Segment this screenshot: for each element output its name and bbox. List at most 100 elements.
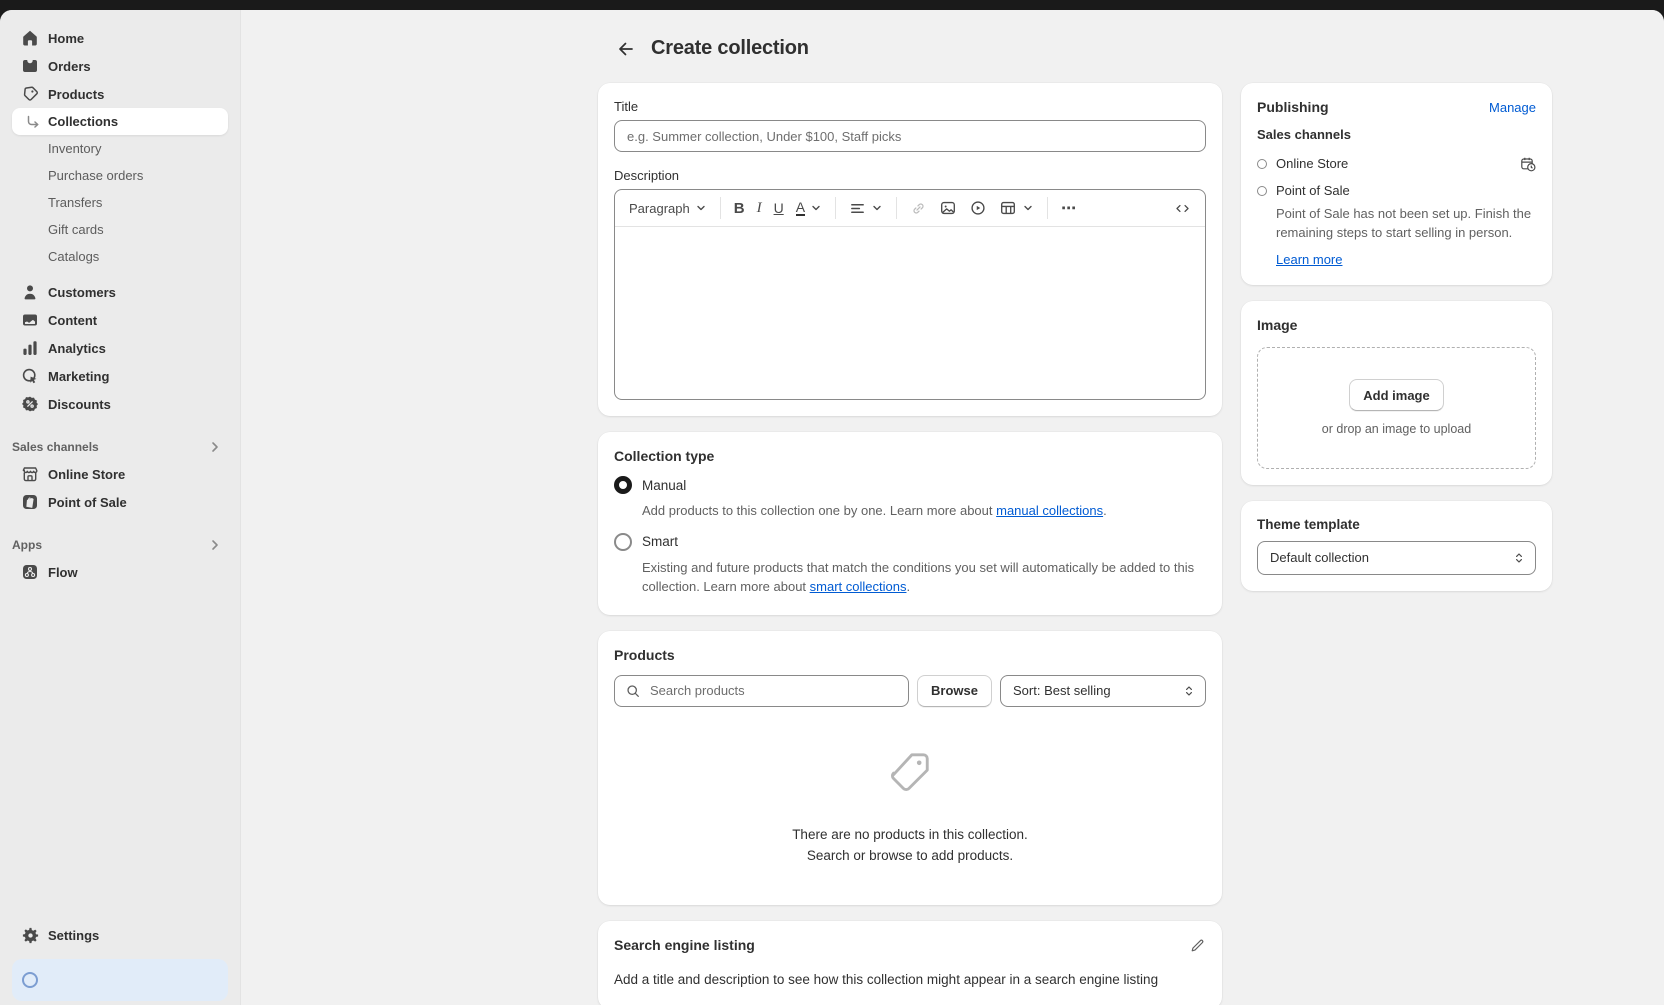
sidebar-item-content[interactable]: Content bbox=[12, 306, 228, 334]
sidebar-item-catalogs[interactable]: Catalogs bbox=[12, 243, 228, 270]
image-heading: Image bbox=[1257, 317, 1536, 333]
sidebar-item-label: Online Store bbox=[48, 467, 125, 482]
sidebar: Home Orders Products Collections Invento… bbox=[0, 10, 241, 1005]
link-icon bbox=[910, 200, 927, 217]
sidebar-item-label: Gift cards bbox=[48, 222, 104, 237]
paragraph-style-dropdown[interactable]: Paragraph bbox=[623, 199, 713, 218]
seo-heading: Search engine listing bbox=[614, 937, 755, 953]
chevron-right-icon bbox=[208, 538, 222, 552]
chevron-down-icon bbox=[810, 202, 822, 214]
italic-button[interactable]: I bbox=[751, 198, 768, 219]
sidebar-item-home[interactable]: Home bbox=[12, 24, 228, 52]
editor-toolbar: Paragraph B I U A bbox=[615, 190, 1205, 227]
sidebar-item-gift-cards[interactable]: Gift cards bbox=[12, 216, 228, 243]
sidebar-item-discounts[interactable]: Discounts bbox=[12, 390, 228, 418]
publishing-heading: Publishing bbox=[1257, 99, 1329, 115]
publishing-card: Publishing Manage Sales channels Online … bbox=[1241, 83, 1552, 285]
collection-type-heading: Collection type bbox=[614, 448, 1206, 464]
apps-section-header[interactable]: Apps bbox=[12, 532, 228, 558]
theme-template-select[interactable]: Default collection bbox=[1257, 541, 1536, 575]
chevron-down-icon bbox=[1022, 202, 1034, 214]
add-image-button[interactable]: Add image bbox=[1349, 379, 1443, 411]
app-frame: Home Orders Products Collections Invento… bbox=[0, 10, 1664, 1005]
edit-pencil-icon[interactable] bbox=[1189, 937, 1206, 954]
paragraph-label: Paragraph bbox=[629, 202, 690, 215]
product-search-box bbox=[614, 675, 909, 707]
theme-template-card: Theme template Default collection bbox=[1241, 501, 1552, 591]
insert-image-button[interactable] bbox=[933, 196, 963, 220]
product-search-input[interactable] bbox=[648, 682, 898, 699]
title-label: Title bbox=[614, 99, 1206, 114]
alignment-dropdown[interactable] bbox=[843, 197, 889, 220]
sidebar-item-point-of-sale[interactable]: Point of Sale bbox=[12, 488, 228, 516]
manage-link[interactable]: Manage bbox=[1489, 100, 1536, 115]
smart-desc-period: . bbox=[906, 579, 910, 594]
sidebar-item-flow[interactable]: Flow bbox=[12, 558, 228, 586]
sidebar-item-inventory[interactable]: Inventory bbox=[12, 135, 228, 162]
empty-line-1: There are no products in this collection… bbox=[614, 824, 1206, 846]
sidebar-item-label: Discounts bbox=[48, 397, 111, 412]
back-arrow-icon[interactable] bbox=[615, 38, 637, 60]
sidebar-item-analytics[interactable]: Analytics bbox=[12, 334, 228, 362]
smart-desc-text: Existing and future products that match … bbox=[642, 560, 1194, 595]
manual-description: Add products to this collection one by o… bbox=[642, 501, 1206, 521]
sort-select[interactable]: Sort: Best selling bbox=[1000, 675, 1206, 707]
pos-note: Point of Sale has not been set up. Finis… bbox=[1276, 205, 1536, 243]
sidebar-promo-pill[interactable] bbox=[12, 959, 228, 1001]
topbar bbox=[0, 0, 1664, 10]
sidebar-item-purchase-orders[interactable]: Purchase orders bbox=[12, 162, 228, 189]
insert-video-button[interactable] bbox=[963, 196, 993, 220]
chevron-down-icon bbox=[871, 202, 883, 214]
description-textarea[interactable] bbox=[615, 227, 1205, 399]
underline-button[interactable]: U bbox=[768, 198, 790, 218]
section-label: Sales channels bbox=[12, 440, 99, 454]
manual-radio-row[interactable]: Manual bbox=[614, 476, 1206, 494]
tag-empty-icon bbox=[887, 749, 933, 795]
sidebar-item-marketing[interactable]: Marketing bbox=[12, 362, 228, 390]
sidebar-item-transfers[interactable]: Transfers bbox=[12, 189, 228, 216]
section-label: Apps bbox=[12, 538, 42, 552]
seo-card: Search engine listing Add a title and de… bbox=[598, 921, 1222, 1005]
sidebar-item-customers[interactable]: Customers bbox=[12, 278, 228, 306]
sidebar-item-label: Home bbox=[48, 31, 84, 46]
image-dropzone[interactable]: Add image or drop an image to upload bbox=[1257, 347, 1536, 469]
sidebar-item-collections[interactable]: Collections bbox=[12, 108, 228, 135]
sidebar-item-online-store[interactable]: Online Store bbox=[12, 460, 228, 488]
sidebar-item-orders[interactable]: Orders bbox=[12, 52, 228, 80]
html-code-button[interactable] bbox=[1168, 197, 1197, 220]
sales-channels-section-header[interactable]: Sales channels bbox=[12, 434, 228, 460]
sidebar-item-settings[interactable]: Settings bbox=[12, 921, 228, 949]
sidebar-item-label: Products bbox=[48, 87, 104, 102]
channel-row-online-store: Online Store bbox=[1257, 152, 1536, 175]
smart-collections-link[interactable]: smart collections bbox=[810, 579, 907, 594]
page-header: Create collection bbox=[598, 10, 1552, 83]
description-editor: Paragraph B I U A bbox=[614, 189, 1206, 400]
smart-radio[interactable] bbox=[614, 533, 632, 551]
browse-button[interactable]: Browse bbox=[917, 675, 992, 707]
sidebar-item-products[interactable]: Products bbox=[12, 80, 228, 108]
text-color-dropdown[interactable]: A bbox=[790, 197, 828, 219]
sidebar-item-label: Marketing bbox=[48, 369, 109, 384]
channel-dot-icon bbox=[1257, 186, 1267, 196]
image-card: Image Add image or drop an image to uplo… bbox=[1241, 301, 1552, 485]
theme-template-value: Default collection bbox=[1270, 550, 1369, 565]
more-formatting-button[interactable]: ⋯ bbox=[1055, 198, 1083, 219]
manual-collections-link[interactable]: manual collections bbox=[996, 503, 1103, 518]
orders-icon bbox=[20, 56, 40, 76]
smart-radio-row[interactable]: Smart bbox=[614, 533, 1206, 551]
sidebar-item-label: Catalogs bbox=[48, 249, 99, 264]
sidebar-item-label: Transfers bbox=[48, 195, 102, 210]
drop-hint: or drop an image to upload bbox=[1322, 422, 1471, 436]
description-label: Description bbox=[614, 168, 1206, 183]
learn-more-link[interactable]: Learn more bbox=[1276, 252, 1342, 267]
bold-button[interactable]: B bbox=[728, 198, 751, 219]
insert-table-dropdown[interactable] bbox=[993, 196, 1040, 220]
chevron-right-icon bbox=[208, 440, 222, 454]
manual-radio[interactable] bbox=[614, 476, 632, 494]
title-input[interactable] bbox=[614, 120, 1206, 152]
link-button[interactable] bbox=[904, 197, 933, 220]
channel-row-point-of-sale: Point of Sale bbox=[1257, 179, 1536, 202]
schedule-calendar-clock-icon[interactable] bbox=[1520, 156, 1536, 172]
sidebar-item-label: Content bbox=[48, 313, 97, 328]
search-icon bbox=[625, 683, 641, 699]
